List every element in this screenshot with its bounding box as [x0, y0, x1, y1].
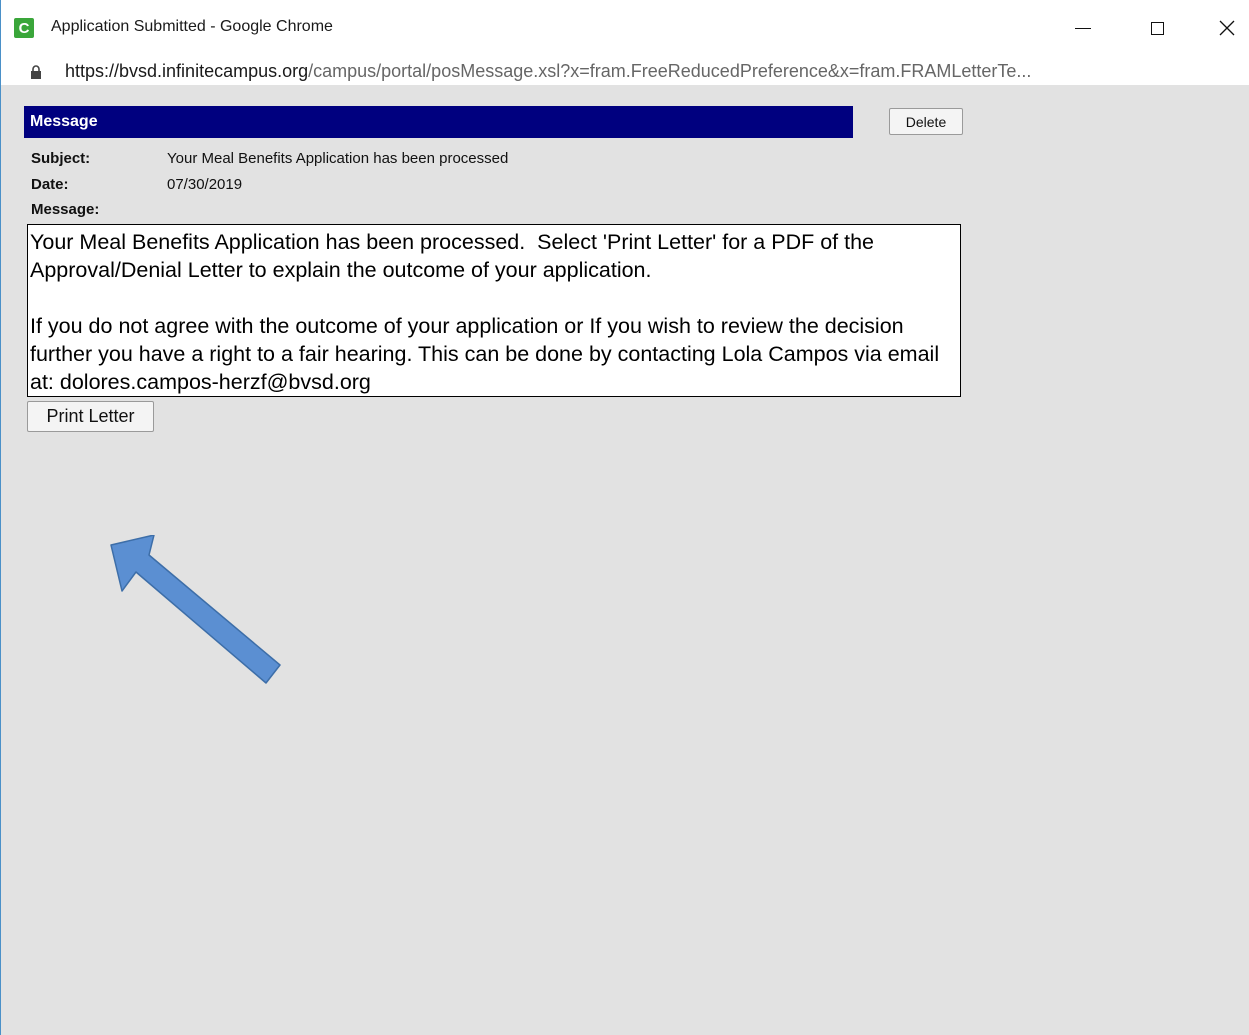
window-title: Application Submitted - Google Chrome	[51, 18, 333, 35]
message-label: Message:	[31, 201, 100, 218]
url-text[interactable]: https://bvsd.infinitecampus.org/campus/p…	[65, 61, 1031, 82]
message-body: Your Meal Benefits Application has been …	[27, 224, 961, 397]
date-label: Date:	[31, 176, 69, 193]
url-path: /campus/portal/posMessage.xsl?x=fram.Fre…	[308, 61, 1032, 81]
minimize-icon	[1075, 27, 1091, 29]
close-button[interactable]	[1204, 12, 1249, 44]
browser-window: C Application Submitted - Google Chrome …	[0, 0, 1249, 1035]
delete-button[interactable]: Delete	[889, 108, 963, 135]
address-bar[interactable]: https://bvsd.infinitecampus.org/campus/p…	[1, 57, 1249, 85]
annotation-arrow-icon	[110, 535, 281, 684]
app-icon: C	[14, 18, 34, 38]
subject-value: Your Meal Benefits Application has been …	[167, 150, 509, 167]
title-bar: C Application Submitted - Google Chrome	[1, 0, 1249, 57]
close-icon	[1219, 20, 1235, 36]
subject-label: Subject:	[31, 150, 91, 167]
url-host: https://bvsd.infinitecampus.org	[65, 61, 309, 81]
date-value: 07/30/2019	[167, 176, 243, 193]
message-header: Message	[24, 106, 853, 138]
page-content: Message Delete Subject: Your Meal Benefi…	[1, 85, 1249, 1035]
maximize-icon	[1150, 21, 1164, 35]
message-paragraph-1: Your Meal Benefits Application has been …	[30, 230, 879, 282]
lock-icon	[31, 65, 41, 79]
print-letter-button[interactable]: Print Letter	[27, 401, 154, 432]
message-paragraph-2: If you do not agree with the outcome of …	[30, 314, 946, 394]
minimize-button[interactable]	[1060, 12, 1106, 44]
maximize-button[interactable]	[1134, 12, 1180, 44]
